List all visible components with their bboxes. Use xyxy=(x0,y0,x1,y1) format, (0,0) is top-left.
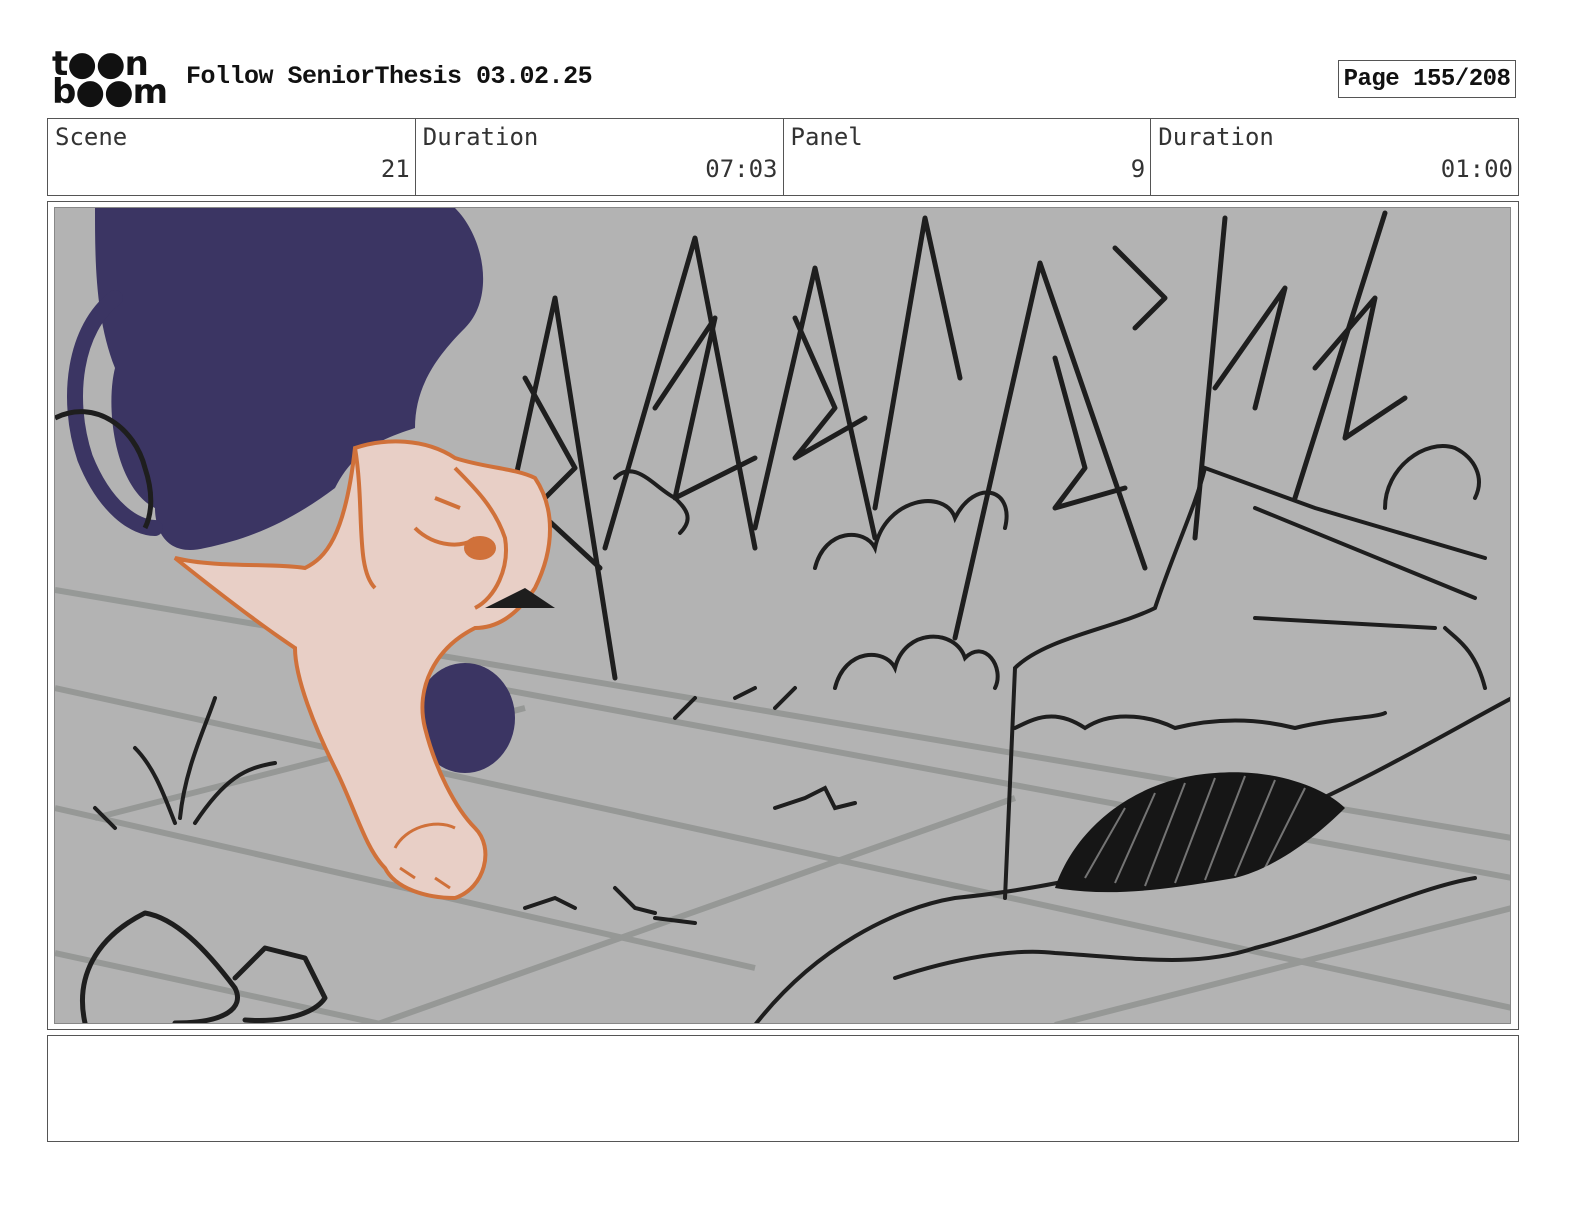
cave-opening xyxy=(1055,772,1345,893)
pine-trees xyxy=(482,210,1408,681)
toonboom-logo: t●●n b●●m xyxy=(52,47,168,112)
scene-duration-cell: Duration 07:03 xyxy=(416,119,784,195)
storyboard-drawing xyxy=(54,207,1511,1024)
panel-cell: Panel 9 xyxy=(784,119,1152,195)
panel-label: Panel xyxy=(790,123,863,151)
panel-value: 9 xyxy=(1130,155,1146,183)
panel-duration-cell: Duration 01:00 xyxy=(1151,119,1518,195)
storyboard-panel-frame xyxy=(47,201,1519,1030)
scene-cell: Scene 21 xyxy=(48,119,416,195)
scene-label: Scene xyxy=(55,123,128,151)
document-title: Follow SeniorThesis 03.02.25 xyxy=(186,62,593,91)
panel-duration-value: 01:00 xyxy=(1440,155,1513,183)
rock-formation xyxy=(754,465,1510,1023)
logo-line-2: b●●m xyxy=(52,72,168,112)
panel-notes xyxy=(47,1035,1519,1142)
forest-scene-sketch xyxy=(55,208,1510,1023)
scene-duration-value: 07:03 xyxy=(705,155,778,183)
scene-info-row: Scene 21 Duration 07:03 Panel 9 Duration… xyxy=(47,118,1519,196)
panel-duration-label: Duration xyxy=(1158,123,1274,151)
bushes xyxy=(613,444,1487,690)
scene-value: 21 xyxy=(380,155,410,183)
page-indicator: Page 155/208 xyxy=(1338,60,1516,98)
scene-duration-label: Duration xyxy=(422,123,539,151)
